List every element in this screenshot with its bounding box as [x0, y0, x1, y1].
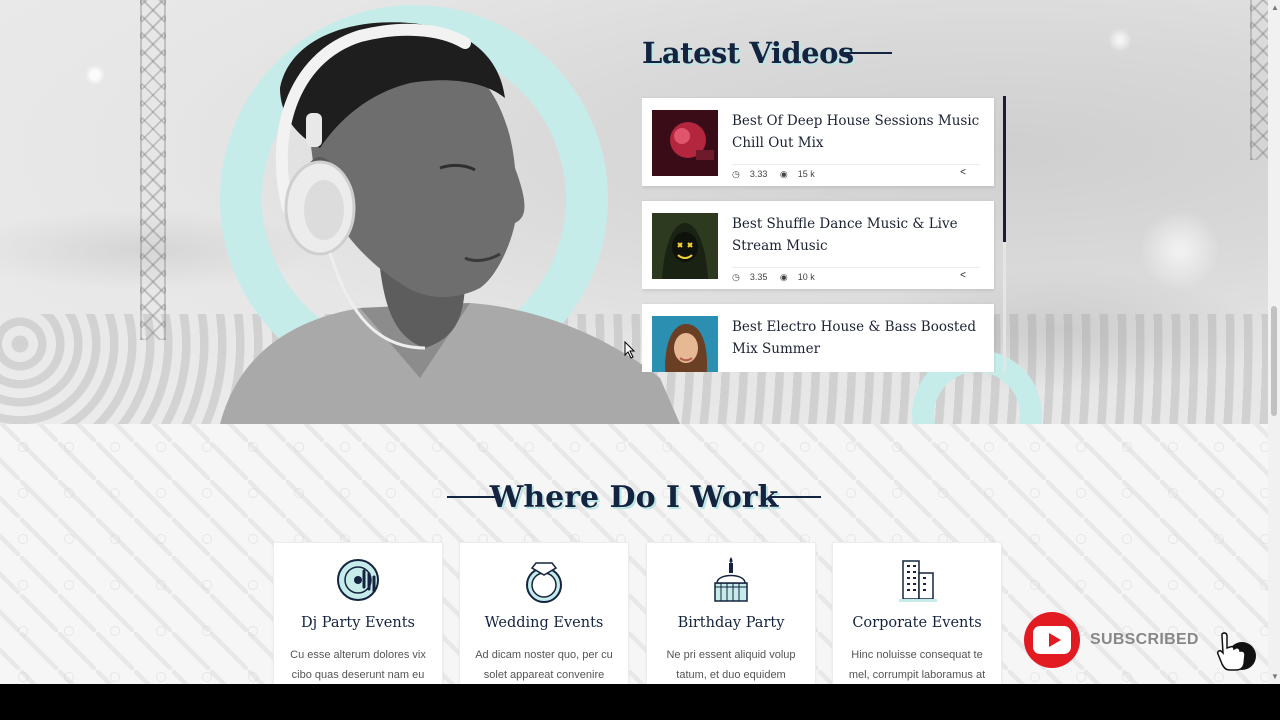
video-meta: ◷ 3.33 ◉ 15 k < [732, 164, 980, 180]
ring-icon [526, 562, 562, 603]
mouse-pointer-icon [624, 341, 636, 359]
page-viewport: Latest Videos Best Of Deep House Session… [0, 0, 1268, 684]
video-title[interactable]: Best Of Deep House Sessions Music Chill … [732, 110, 982, 154]
subscribed-label: SUBSCRIBED [1090, 631, 1199, 648]
video-title[interactable]: Best Shuffle Dance Music & Live Stream M… [732, 213, 982, 257]
video-thumbnail[interactable] [652, 110, 718, 176]
share-icon[interactable]: < [960, 270, 966, 281]
page-scrollbar-thumb[interactable] [1271, 306, 1277, 416]
scroll-down-icon[interactable]: ▼ [1271, 672, 1279, 681]
work-card-title: Dj Party Events [300, 615, 415, 631]
video-card[interactable]: Best Electro House & Bass Boosted Mix Su… [642, 304, 994, 372]
video-meta: ◷ 3.35 ◉ 10 k < [732, 267, 980, 283]
video-duration: 3.35 [749, 272, 768, 282]
eye-icon: ◉ [779, 272, 788, 282]
video-views: 10 k [797, 272, 815, 282]
video-list-scrollbar-thumb[interactable] [1003, 96, 1006, 242]
stage-truss [140, 0, 166, 340]
video-views: 15 k [797, 169, 815, 179]
work-card-desc: Cu esse alterum dolores vix cibo quas de… [290, 649, 426, 681]
work-card-title: Corporate Events [852, 615, 982, 631]
title-underline [840, 52, 892, 54]
work-card-wedding[interactable]: Wedding Events Ad dicam noster quo, per … [459, 542, 629, 684]
video-card[interactable]: Best Of Deep House Sessions Music Chill … [642, 98, 994, 186]
work-card-birthday[interactable]: Birthday Party Ne pri essent aliquid vol… [646, 542, 816, 684]
hand-pointer-icon [1217, 632, 1256, 671]
video-thumbnail[interactable] [652, 316, 718, 372]
work-card-desc: Hinc noluisse consequat te mel, corrumpi… [848, 649, 986, 681]
page-scrollbar[interactable]: ▲ ▼ [1268, 0, 1280, 684]
video-list[interactable]: Best Of Deep House Sessions Music Chill … [642, 96, 996, 372]
eye-icon: ◉ [779, 169, 788, 179]
work-card-corporate[interactable]: Corporate Events Hinc noluisse consequat… [832, 542, 1002, 684]
scroll-up-icon[interactable]: ▲ [1271, 3, 1279, 12]
video-duration: 3.33 [749, 169, 768, 179]
hero-section: Latest Videos Best Of Deep House Session… [0, 0, 1268, 424]
title-line-right [769, 496, 821, 498]
video-thumbnail[interactable] [652, 213, 718, 279]
work-card-desc: Ne pri essent aliquid volup tatum, et du… [666, 649, 796, 681]
building-icon [899, 560, 937, 602]
work-card-dj-party[interactable]: Dj Party Events Cu esse alterum dolores … [273, 542, 443, 684]
latest-videos-title: Latest Videos [642, 36, 854, 70]
clock-icon: ◷ [732, 272, 740, 282]
work-title: Where Do I Work [489, 480, 779, 515]
play-icon [1049, 633, 1061, 647]
dj-portrait [220, 22, 680, 424]
dj-disc-icon [337, 559, 379, 601]
youtube-logo-icon[interactable] [1024, 612, 1080, 668]
work-card-title: Birthday Party [677, 615, 785, 631]
work-card-desc: Ad dicam noster quo, per cu solet appare… [475, 649, 613, 681]
clock-icon: ◷ [732, 169, 740, 179]
share-icon[interactable]: < [960, 167, 966, 178]
stage-truss [1250, 0, 1268, 160]
cake-icon [714, 557, 748, 602]
video-title[interactable]: Best Electro House & Bass Boosted Mix Su… [732, 316, 982, 360]
video-card[interactable]: Best Shuffle Dance Music & Live Stream M… [642, 201, 994, 289]
work-card-title: Wedding Events [484, 615, 604, 631]
